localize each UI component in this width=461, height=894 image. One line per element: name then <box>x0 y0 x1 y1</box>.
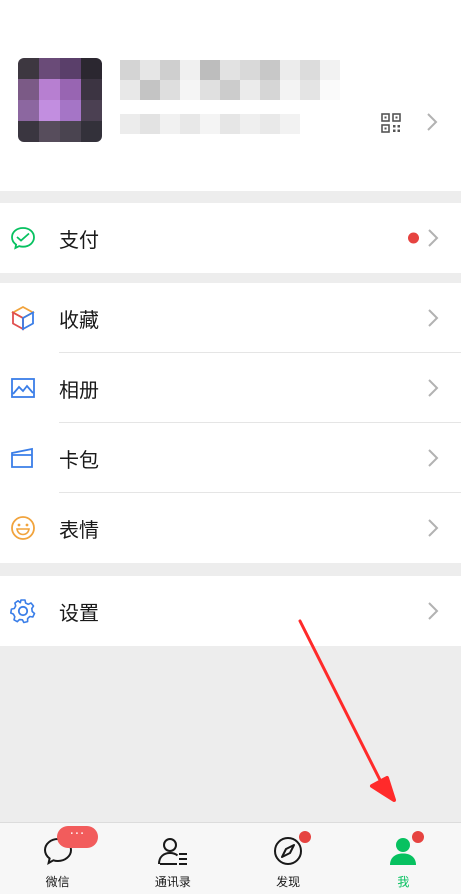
tab-label: 通讯录 <box>154 875 191 889</box>
chevron-right-icon <box>428 449 439 467</box>
tab-me[interactable]: 我 <box>346 823 461 894</box>
menu-item-favorites[interactable]: 收藏 <box>0 283 461 353</box>
wechat-id-blurred <box>120 114 300 134</box>
menu-item-album[interactable]: 相册 <box>0 353 461 423</box>
favorites-cube-icon <box>11 305 35 331</box>
profile-header[interactable] <box>0 0 461 191</box>
menu-item-pay[interactable]: 支付 <box>0 203 461 273</box>
sticker-smile-icon <box>11 516 35 540</box>
chevron-right-icon <box>428 519 439 537</box>
notification-dot <box>298 831 311 843</box>
menu-group-settings: 设置 <box>0 576 461 646</box>
pay-icon <box>11 227 35 250</box>
menu-group-main: 收藏 相册 卡包 表情 <box>0 283 461 563</box>
menu-item-stickers[interactable]: 表情 <box>0 493 461 563</box>
tab-contacts[interactable]: 通讯录 <box>115 823 230 894</box>
settings-gear-icon <box>10 599 36 624</box>
menu-item-label: 支付 <box>59 227 99 252</box>
tab-chats[interactable]: ··· 微信 <box>0 823 115 894</box>
tab-label: 我 <box>397 875 410 889</box>
notification-dot <box>408 232 419 244</box>
tab-label: 微信 <box>45 875 70 889</box>
menu-item-label: 设置 <box>59 600 99 625</box>
menu-item-label: 表情 <box>59 517 99 542</box>
chevron-right-icon <box>428 602 439 620</box>
menu-item-card-wallet[interactable]: 卡包 <box>0 423 461 493</box>
menu-item-settings[interactable]: 设置 <box>0 576 461 646</box>
chevron-right-icon <box>428 309 439 327</box>
menu-group-pay: 支付 <box>0 203 461 273</box>
qr-code-icon[interactable] <box>381 113 401 133</box>
menu-item-label: 收藏 <box>59 307 99 332</box>
chevron-right-icon <box>427 113 438 131</box>
chevron-right-icon <box>428 229 439 247</box>
unread-badge: ··· <box>57 826 98 848</box>
menu-item-label: 卡包 <box>59 447 99 472</box>
bottom-tab-bar: ··· 微信 通讯录 发现 我 <box>0 822 461 894</box>
card-wallet-icon <box>11 447 33 468</box>
tab-discover[interactable]: 发现 <box>231 823 346 894</box>
notification-dot <box>411 831 424 843</box>
album-photo-icon <box>11 378 35 398</box>
nickname-blurred <box>120 60 340 100</box>
avatar[interactable] <box>18 58 102 142</box>
contacts-icon <box>157 838 187 865</box>
menu-item-label: 相册 <box>59 377 99 402</box>
tab-label: 发现 <box>276 875 301 889</box>
chevron-right-icon <box>428 379 439 397</box>
